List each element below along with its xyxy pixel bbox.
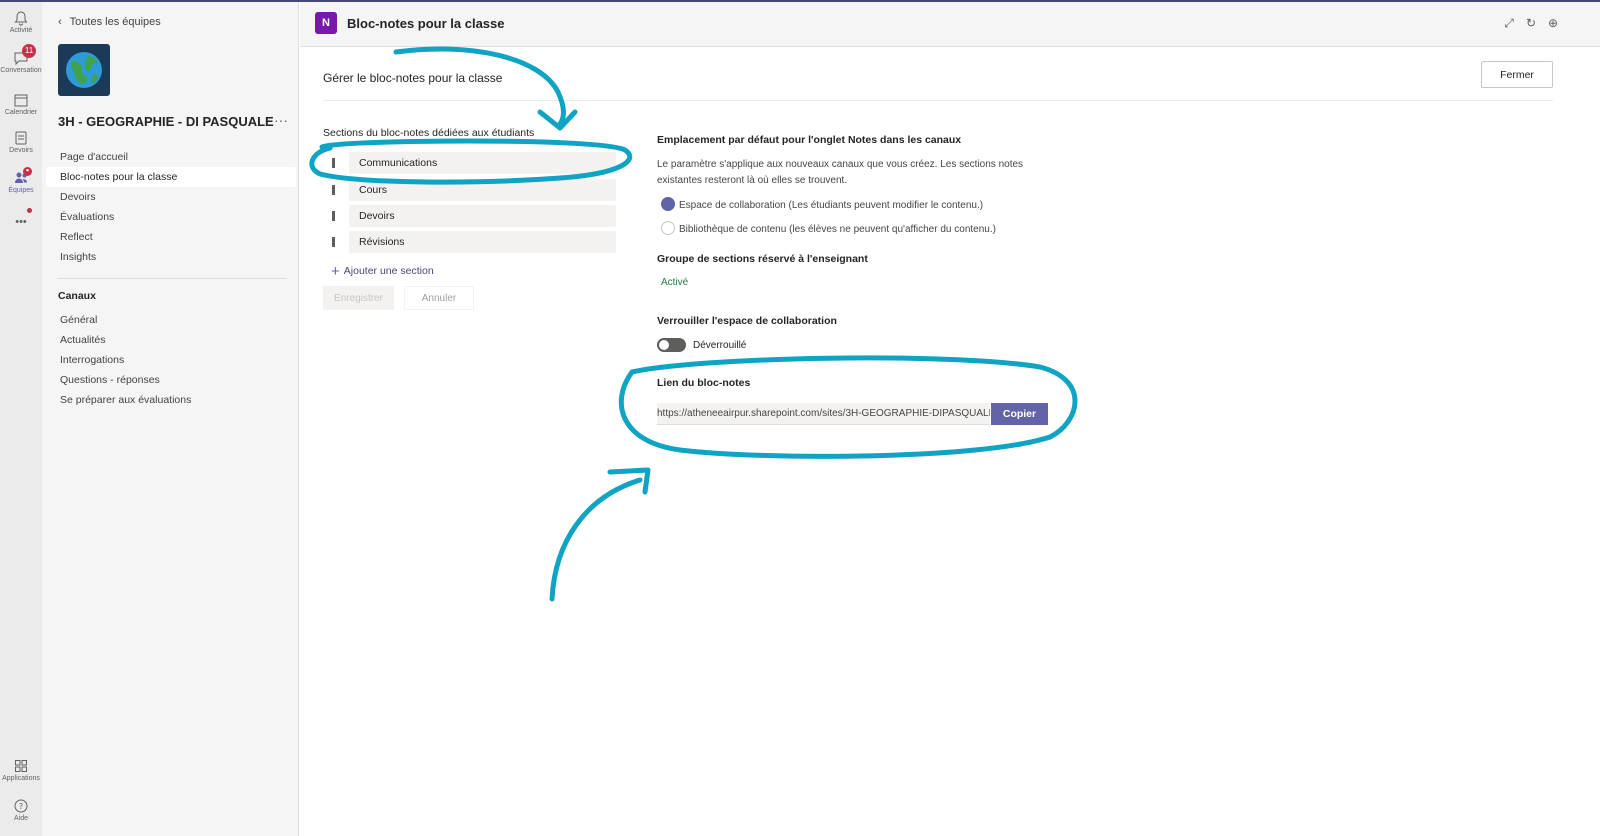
expand-icon[interactable]: ⤢ (1502, 16, 1516, 30)
back-label: Toutes les équipes (69, 16, 161, 28)
channel-item[interactable]: Général (46, 310, 296, 330)
rail-calendar[interactable]: Calendrier (0, 92, 42, 116)
add-section-button[interactable]: + Ajouter une section (331, 263, 434, 280)
drag-handle-icon[interactable] (332, 185, 335, 195)
rail-label: Calendrier (4, 109, 38, 116)
cancel-button[interactable]: Annuler (404, 286, 474, 310)
teams-badge: ⦁ (23, 167, 32, 176)
rail-assignments[interactable]: Devoirs (0, 130, 42, 154)
save-button[interactable]: Enregistrer (323, 286, 394, 310)
teacher-group-heading: Groupe de sections réservé à l'enseignan… (657, 253, 868, 265)
lock-status: Déverrouillé (693, 340, 747, 351)
lock-collab-heading: Verrouiller l'espace de collaboration (657, 315, 837, 327)
calendar-icon (14, 94, 28, 107)
nav-grades[interactable]: Évaluations (46, 207, 296, 227)
section-name-field[interactable]: Communications (349, 152, 616, 174)
manage-notebook-title: Gérer le bloc-notes pour la classe (323, 71, 503, 85)
main-divider (323, 100, 1553, 101)
default-location-heading: Emplacement par défaut pour l'onglet Not… (657, 134, 962, 146)
channel-item[interactable]: Questions - réponses (46, 370, 296, 390)
rail-label: Activité (9, 27, 33, 34)
radio-content-library[interactable]: Bibliothèque de contenu (les élèves ne p… (661, 221, 996, 237)
add-section-label: Ajouter une section (343, 265, 434, 277)
channel-item[interactable]: Se préparer aux évaluations (46, 390, 296, 410)
annotation-arrowhead-top (537, 109, 578, 131)
page-title: Bloc-notes pour la classe (347, 16, 505, 31)
rail-label: Applications (2, 775, 40, 782)
nav-reflect[interactable]: Reflect (46, 227, 296, 247)
radio-collaboration-space[interactable]: Espace de collaboration (Les étudiants p… (661, 197, 983, 213)
team-options-button[interactable]: ··· (274, 112, 288, 128)
teacher-group-status: Activé (661, 277, 689, 288)
refresh-icon[interactable]: ↻ (1524, 16, 1538, 30)
globe-icon (66, 52, 102, 88)
radio-label: Bibliothèque de contenu (les élèves ne p… (679, 224, 996, 235)
annotation-arrow-bottom (549, 477, 643, 602)
channel-item[interactable]: Interrogations (46, 350, 296, 370)
rail-label: Équipes (8, 187, 34, 194)
assignments-icon (15, 131, 27, 145)
rail-conversation[interactable]: 11 Conversation (0, 44, 42, 74)
notebook-link-field[interactable]: https://atheneeairpur.sharepoint.com/sit… (657, 403, 990, 425)
svg-text:?: ? (19, 802, 23, 811)
help-icon: ? (14, 799, 28, 813)
section-name-field[interactable]: Cours (349, 179, 616, 201)
plus-icon: + (331, 263, 340, 280)
notebook-link-heading: Lien du bloc-notes (657, 377, 751, 389)
section-name-field[interactable]: Devoirs (349, 205, 616, 227)
onenote-icon: N (315, 12, 337, 34)
toggle-knob (659, 340, 669, 350)
team-name: 3H - GEOGRAPHIE - DI PASQUALE (58, 114, 274, 129)
rail-teams[interactable]: ⦁ Équipes (0, 167, 42, 194)
rail-label: Aide (13, 815, 28, 822)
nav-home[interactable]: Page d'accueil (46, 147, 296, 167)
nav-insights[interactable]: Insights (46, 247, 296, 267)
section-row[interactable]: Devoirs (323, 205, 616, 227)
section-row[interactable]: Communications (323, 152, 616, 174)
rail-label: Conversation (0, 67, 42, 74)
more-apps-button[interactable]: ••• (0, 216, 42, 228)
chevron-left-icon: ‹ (58, 16, 62, 28)
radio-unselected-icon[interactable] (661, 221, 675, 235)
rail-label: Devoirs (9, 147, 33, 154)
section-name-field[interactable]: Révisions (349, 231, 616, 253)
student-sections-label: Sections du bloc-notes dédiées aux étudi… (323, 127, 535, 139)
lock-toggle[interactable] (657, 338, 686, 352)
team-sidebar: ‹ Toutes les équipes 3H - GEOGRAPHIE - DI… (42, 2, 299, 836)
globe-icon[interactable]: ⊕ (1546, 16, 1560, 30)
nav-class-notebook[interactable]: Bloc-notes pour la classe (46, 167, 296, 187)
radio-selected-icon[interactable] (661, 197, 675, 211)
app-rail: Activité 11 Conversation Calendrier Devo… (0, 2, 42, 836)
team-avatar[interactable] (58, 44, 110, 96)
close-button[interactable]: Fermer (1481, 61, 1553, 88)
page-header: N Bloc-notes pour la classe ⤢ ↻ ⊕ (300, 2, 1600, 47)
annotation-arrowhead-bottom (607, 467, 651, 495)
default-location-description: Le paramètre s'applique aux nouveaux can… (657, 159, 1024, 186)
rail-activity[interactable]: Activité (0, 10, 42, 34)
annotation-arrow-top (393, 46, 566, 127)
channels-heading: Canaux (58, 290, 96, 302)
drag-handle-icon[interactable] (332, 158, 335, 168)
drag-handle-icon[interactable] (332, 237, 335, 247)
back-to-teams-link[interactable]: ‹ Toutes les équipes (58, 16, 161, 28)
rail-applications[interactable]: Applications (0, 758, 42, 782)
section-row[interactable]: Cours (323, 179, 616, 201)
rail-help[interactable]: ? Aide (0, 798, 42, 822)
drag-handle-icon[interactable] (332, 211, 335, 221)
radio-label: Espace de collaboration (Les étudiants p… (679, 200, 984, 211)
copy-button[interactable]: Copier (991, 403, 1048, 425)
apps-icon (15, 760, 27, 772)
section-row[interactable]: Révisions (323, 231, 616, 253)
channel-item[interactable]: Actualités (46, 330, 296, 350)
notification-badge: 11 (22, 44, 36, 58)
sidebar-divider (58, 278, 286, 279)
unread-dot (27, 208, 32, 213)
nav-assignments[interactable]: Devoirs (46, 187, 296, 207)
bell-icon (14, 11, 28, 26)
